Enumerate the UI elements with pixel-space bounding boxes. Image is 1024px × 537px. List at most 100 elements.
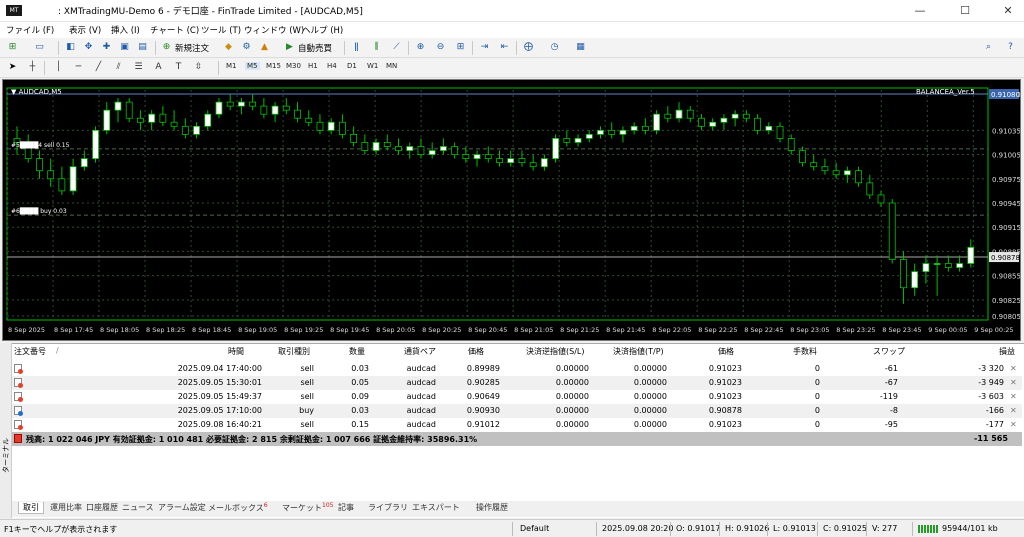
col-commission[interactable]: 手数料: [793, 346, 817, 358]
col-order[interactable]: 注文番号: [14, 346, 46, 358]
strategy-icon[interactable]: ⚙: [240, 41, 253, 54]
menu-chart[interactable]: チャート (C): [150, 24, 199, 36]
close-position-button[interactable]: ✕: [1010, 420, 1017, 429]
arrows-icon[interactable]: ⇳: [192, 61, 205, 74]
timeframe-m30[interactable]: M30: [286, 62, 301, 70]
profiles-icon[interactable]: ▭: [33, 41, 46, 54]
col-price[interactable]: 価格: [468, 346, 484, 358]
table-row[interactable]: [12, 390, 1022, 404]
table-row[interactable]: [12, 418, 1022, 432]
menu-file[interactable]: ファイル (F): [6, 24, 54, 36]
search-icon[interactable]: ⌕: [982, 41, 995, 54]
col-swap[interactable]: スワップ: [873, 346, 905, 358]
close-window-button[interactable]: ✕: [988, 2, 1024, 20]
chart-window[interactable]: 0.91080 0.91035 0.91005 0.90975 0.90945 0.909…: [2, 79, 1021, 341]
table-row[interactable]: [12, 376, 1022, 390]
new-order-button[interactable]: 新規注文: [175, 42, 209, 54]
new-chart-icon[interactable]: ⊞: [6, 41, 19, 54]
maximize-button[interactable]: ☐: [945, 2, 985, 20]
cell-sl: 0.00000: [555, 406, 589, 415]
chart-shift-icon[interactable]: ⇥: [478, 41, 491, 54]
candle-body: [361, 142, 369, 151]
line-chart-icon[interactable]: ⟋: [390, 41, 403, 54]
timeframe-mn[interactable]: MN: [386, 62, 397, 70]
label-icon[interactable]: T: [172, 61, 185, 74]
zoom-in-icon[interactable]: ⊕: [414, 41, 427, 54]
menu-help[interactable]: ヘルプ (H): [302, 24, 343, 36]
signals-icon[interactable]: ▲: [258, 41, 271, 54]
timeframe-w1[interactable]: W1: [367, 62, 378, 70]
tab-2[interactable]: 口座履歴: [86, 502, 118, 513]
timeframe-m5[interactable]: M5: [245, 62, 260, 70]
fibonacci-icon[interactable]: ☰: [132, 61, 145, 74]
close-position-button[interactable]: ✕: [1010, 406, 1017, 415]
tab-0[interactable]: 取引: [18, 502, 44, 514]
vertical-line-icon[interactable]: │: [52, 61, 65, 74]
indicators-icon[interactable]: ⨁: [522, 41, 535, 54]
close-position-button[interactable]: ✕: [1010, 392, 1017, 401]
timeframe-m15[interactable]: M15: [266, 62, 281, 70]
col-volume[interactable]: 数量: [349, 346, 365, 358]
tab-5[interactable]: メールボックス6: [208, 502, 268, 514]
terminal-icon[interactable]: ▣: [118, 41, 131, 54]
tab-4[interactable]: アラーム設定: [158, 502, 206, 513]
crosshair-icon[interactable]: ┼: [26, 61, 39, 74]
tab-8[interactable]: ライブラリ: [368, 502, 408, 513]
cell-vol: 0.09: [351, 392, 369, 401]
candles-icon[interactable]: ⫼: [370, 41, 383, 54]
menu-tools[interactable]: ツール (T): [201, 24, 241, 36]
table-row[interactable]: [12, 362, 1022, 376]
tab-label: アラーム設定: [158, 503, 206, 512]
tab-3[interactable]: ニュース: [122, 502, 154, 513]
timeframe-h4[interactable]: H4: [327, 62, 337, 70]
tab-6[interactable]: マーケット105: [282, 502, 333, 514]
horizontal-line-icon[interactable]: ─: [72, 61, 85, 74]
periods-icon[interactable]: ◷: [548, 41, 561, 54]
table-row[interactable]: [12, 404, 1022, 418]
menu-window[interactable]: ウィンドウ (W): [244, 24, 304, 36]
status-help: F1キーでヘルプが表示されます: [4, 525, 118, 534]
new-order-icon[interactable]: ⊕: [160, 41, 173, 54]
market-watch-icon[interactable]: ◧: [64, 41, 77, 54]
autoscroll-icon[interactable]: ⇤: [498, 41, 511, 54]
tab-7[interactable]: 記事: [338, 502, 354, 513]
tile-windows-icon[interactable]: ⊞: [454, 41, 467, 54]
tab-10[interactable]: 操作履歴: [476, 502, 508, 513]
cell-vol: 0.03: [351, 406, 369, 415]
cursor-icon[interactable]: ➤: [6, 61, 19, 74]
trendline-icon[interactable]: ╱: [92, 61, 105, 74]
equidistant-channel-icon[interactable]: ⫽: [112, 61, 125, 74]
data-window-icon[interactable]: ✚: [100, 41, 113, 54]
col-current-price[interactable]: 価格: [718, 346, 734, 358]
tab-9[interactable]: エキスパート: [412, 502, 460, 513]
col-type[interactable]: 取引種別: [278, 346, 310, 358]
auto-trade-button[interactable]: 自動売買: [298, 42, 332, 54]
timeframe-m1[interactable]: M1: [226, 62, 237, 70]
close-position-button[interactable]: ✕: [1010, 378, 1017, 387]
bar-chart-icon[interactable]: ǁ: [350, 41, 363, 54]
price-chart[interactable]: 0.91080 0.91035 0.91005 0.90975 0.90945 0.909…: [3, 80, 1020, 340]
timeframe-h1[interactable]: H1: [308, 62, 318, 70]
menu-insert[interactable]: 挿入 (I): [111, 24, 140, 36]
col-symbol[interactable]: 通貨ペア: [404, 346, 436, 358]
text-icon[interactable]: A: [152, 61, 165, 74]
metaeditor-icon[interactable]: ◆: [222, 41, 235, 54]
col-tp[interactable]: 決済指値(T/P): [613, 346, 664, 358]
cell-time: 2025.09.04 17:40:00: [177, 364, 262, 373]
help-icon[interactable]: ?: [1004, 41, 1017, 54]
navigator-icon[interactable]: ✥: [82, 41, 95, 54]
col-sl[interactable]: 決済逆指値(S/L): [526, 346, 584, 358]
close-position-button[interactable]: ✕: [1010, 364, 1017, 373]
col-profit[interactable]: 損益: [999, 346, 1015, 358]
tab-1[interactable]: 運用比率: [50, 502, 82, 513]
tester-icon[interactable]: ▤: [136, 41, 149, 54]
timeframe-d1[interactable]: D1: [347, 62, 357, 70]
minimize-button[interactable]: —: [900, 2, 940, 20]
candle-body: [709, 121, 717, 127]
menu-view[interactable]: 表示 (V): [69, 24, 101, 36]
cell-comm: 0: [814, 378, 820, 387]
templates-icon[interactable]: ▦: [574, 41, 587, 54]
auto-trade-icon[interactable]: ▶: [283, 41, 296, 54]
col-time[interactable]: 時間: [228, 346, 244, 358]
zoom-out-icon[interactable]: ⊖: [434, 41, 447, 54]
